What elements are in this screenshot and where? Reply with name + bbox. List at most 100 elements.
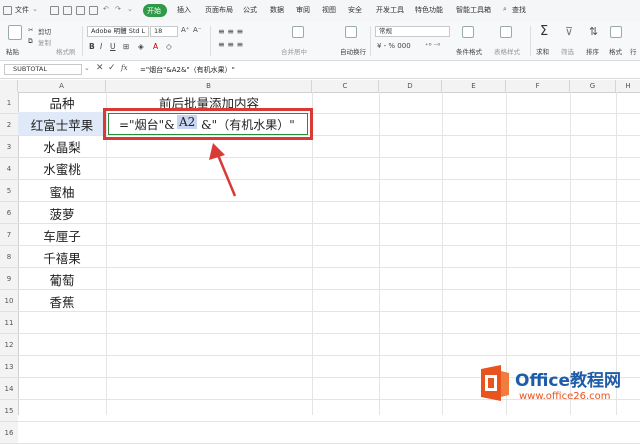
tab-insert[interactable]: 插入 [177, 5, 191, 15]
font-size-select[interactable]: 18 [150, 26, 178, 37]
export-icon[interactable] [89, 6, 98, 15]
scissors-icon[interactable]: ✂ [28, 26, 33, 34]
confirm-icon[interactable]: ✓ [108, 63, 116, 73]
column-header-d[interactable]: D [379, 80, 442, 92]
row-header[interactable]: 11 [0, 312, 18, 334]
row-header[interactable]: 12 [0, 334, 18, 356]
row-header[interactable]: 16 [0, 422, 18, 444]
underline-icon[interactable]: U [110, 42, 116, 51]
cell-a1[interactable]: 品种 [18, 93, 106, 112]
row-header[interactable]: 7 [0, 224, 18, 246]
sum-button[interactable]: 求和 [536, 46, 549, 56]
auto-wrap-button[interactable]: 自动换行 [340, 46, 366, 56]
cell-a10[interactable]: 香蕉 [18, 292, 106, 311]
shrink-font-icon[interactable]: A⁻ [193, 26, 201, 34]
cell-a4[interactable]: 水蜜桃 [18, 159, 106, 178]
sort-button[interactable]: 排序 [586, 46, 599, 56]
paste-icon[interactable] [8, 25, 22, 40]
tab-home[interactable]: 开始 [143, 4, 167, 17]
row-header[interactable]: 4 [0, 158, 18, 180]
fill-color-icon[interactable]: ◈ [138, 42, 144, 51]
column-header-b[interactable]: B [106, 80, 312, 92]
tab-page-layout[interactable]: 页面布局 [205, 5, 233, 15]
search-icon[interactable]: ⌕ [503, 5, 507, 14]
align-icon[interactable]: ≡ ≡ ≡ [218, 27, 243, 36]
file-menu[interactable]: 文件 [15, 5, 29, 15]
tab-formulas[interactable]: 公式 [243, 5, 257, 15]
row-header[interactable]: 2 [0, 114, 18, 136]
chevron-down-icon[interactable]: ⌄ [32, 5, 38, 13]
row-header[interactable]: 8 [0, 246, 18, 268]
fx-icon[interactable]: fx [121, 64, 128, 72]
cell-a7[interactable]: 车厘子 [18, 226, 106, 245]
align-horizontal-icon[interactable]: ≡ ≡ ≡ [218, 40, 243, 49]
filter-icon[interactable]: ⊽ [565, 25, 573, 38]
row-header[interactable]: 1 [0, 92, 18, 114]
bold-icon[interactable]: B [89, 42, 95, 51]
cell-a9[interactable]: 葡萄 [18, 270, 106, 289]
column-header-c[interactable]: C [312, 80, 379, 92]
print-icon[interactable] [63, 6, 72, 15]
format-painter-button[interactable]: 格式刷 [56, 46, 76, 56]
cell-b2-editor[interactable]: ="烟台"& A2 &"（有机水果）" [108, 113, 308, 135]
cell-a5[interactable]: 蜜柚 [18, 182, 106, 201]
row-header[interactable]: 15 [0, 400, 18, 422]
clear-format-icon[interactable]: ◇ [166, 42, 172, 51]
cell-a2[interactable]: 红富士苹果 [18, 115, 106, 134]
row-header[interactable]: 3 [0, 136, 18, 158]
tab-view[interactable]: 视图 [322, 5, 336, 15]
currency-icon[interactable]: ¥ - % 000 [377, 42, 411, 50]
tab-security[interactable]: 安全 [348, 5, 362, 15]
row-header[interactable]: 10 [0, 290, 18, 312]
merge-center-button[interactable]: 合并居中 [281, 46, 307, 56]
copy-icon[interactable]: ⧉ [28, 37, 33, 46]
tab-review[interactable]: 审阅 [296, 5, 310, 15]
tab-data[interactable]: 数据 [270, 5, 284, 15]
paste-button[interactable]: 粘贴 [6, 46, 19, 56]
format-icon[interactable] [610, 26, 622, 38]
select-all-corner[interactable] [0, 80, 18, 92]
row-header[interactable]: 6 [0, 202, 18, 224]
format-button[interactable]: 格式 [609, 46, 622, 56]
border-icon[interactable]: ⊞ [123, 42, 129, 51]
save-icon[interactable] [50, 6, 59, 15]
cell-a6[interactable]: 菠萝 [18, 204, 106, 223]
table-style-icon[interactable] [500, 26, 512, 38]
undo-icon[interactable]: ↶ [103, 5, 109, 13]
cancel-icon[interactable]: ✕ [96, 63, 104, 73]
conditional-format-icon[interactable] [462, 26, 474, 38]
formula-input[interactable]: ="烟台"&A2&"（有机水果）" [140, 65, 235, 75]
italic-icon[interactable]: I [100, 42, 102, 51]
column-header-a[interactable]: A [18, 80, 106, 92]
decimal-icon[interactable]: ⁺⁰ ⁻⁰ [425, 42, 440, 50]
print-preview-icon[interactable] [76, 6, 85, 15]
cut-button[interactable]: 剪切 [38, 26, 51, 36]
tab-special-features[interactable]: 特色功能 [415, 5, 443, 15]
search-label[interactable]: 查找 [512, 5, 526, 15]
wrap-text-icon[interactable] [345, 26, 357, 38]
conditional-format-button[interactable]: 条件格式 [456, 46, 482, 56]
row-header[interactable]: 5 [0, 180, 18, 202]
redo-icon[interactable]: ↷ [115, 5, 121, 13]
row-header[interactable]: 13 [0, 356, 18, 378]
number-format-select[interactable]: 常规 [375, 26, 450, 37]
filter-button[interactable]: 筛选 [561, 46, 574, 56]
name-box-dropdown-icon[interactable]: ⌄ [84, 64, 90, 72]
column-header-f[interactable]: F [506, 80, 570, 92]
cell-a8[interactable]: 千禧果 [18, 248, 106, 267]
copy-button[interactable]: 复制 [38, 37, 51, 47]
sort-icon[interactable]: ⇅ [589, 25, 598, 38]
column-header-h[interactable]: H [616, 80, 640, 92]
qa-more-icon[interactable]: ⌄ [127, 5, 133, 13]
font-name-select[interactable]: Adobe 明體 Std L [87, 26, 149, 37]
cell-a3[interactable]: 水晶梨 [18, 137, 106, 156]
font-color-icon[interactable]: A [153, 42, 158, 51]
rows-cols-button[interactable]: 行 [630, 46, 637, 56]
column-header-g[interactable]: G [570, 80, 616, 92]
name-box[interactable]: SUBTOTAL [4, 64, 82, 75]
tab-developer[interactable]: 开发工具 [376, 5, 404, 15]
sum-icon[interactable]: Σ [540, 24, 548, 39]
tab-smart-toolbox[interactable]: 智能工具箱 [456, 5, 491, 15]
grow-font-icon[interactable]: A⁺ [181, 26, 189, 34]
row-header[interactable]: 9 [0, 268, 18, 290]
